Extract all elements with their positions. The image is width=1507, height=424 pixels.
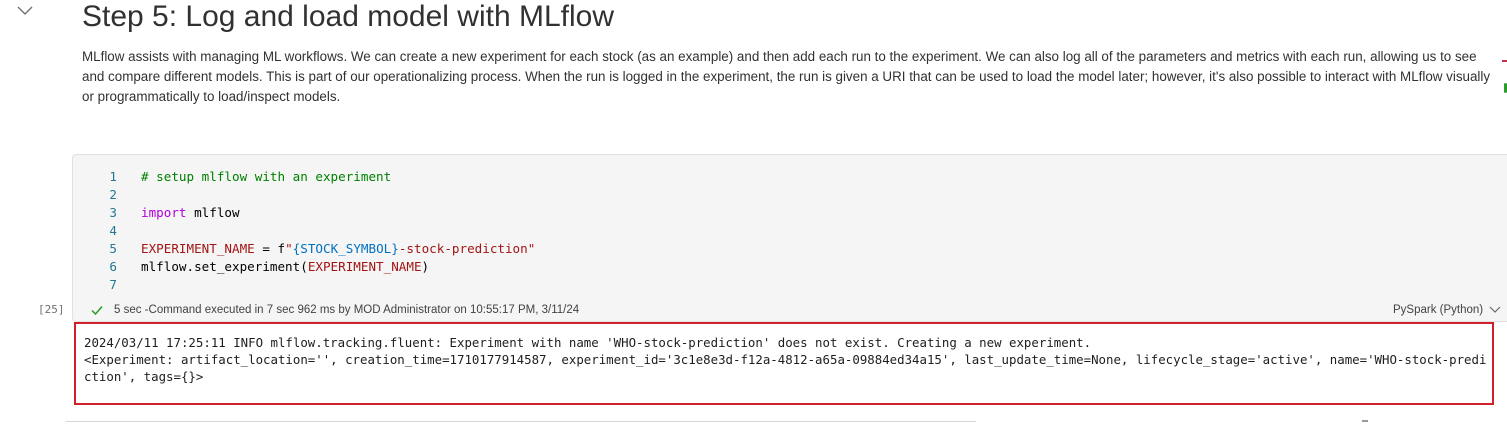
cell-output: 2024/03/11 17:25:11 INFO mlflow.tracking… [74,322,1494,405]
code-line: 4 [73,221,1507,239]
execution-count: [25] [38,303,65,316]
code-constant: EXPERIMENT_NAME [141,240,255,256]
language-label: PySpark (Python) [1393,304,1484,316]
line-number: 3 [109,204,117,220]
cell-status: 5 sec -Command executed in 7 sec 962 ms … [90,301,579,319]
status-text: 5 sec -Command executed in 7 sec 962 ms … [114,304,580,316]
code-cell-editor[interactable]: 1 # setup mlflow with an experiment 2 3 … [72,154,1507,322]
code-string: " [285,240,293,256]
code-comment: # setup mlflow with an experiment [141,168,392,184]
code-constant: EXPERIMENT_NAME [307,258,422,274]
notebook-page: Step 5: Log and load model with MLflow M… [0,0,1507,424]
code-line: 3 import mlflow [73,203,1507,221]
code-call: mlflow.set_experiment( [141,258,308,274]
code-fstring-variable: {STOCK_SYMBOL} [292,240,399,256]
code-line: 5 EXPERIMENT_NAME = f " {STOCK_SYMBOL} -sto… [73,239,1507,257]
line-number: 6 [109,258,117,274]
output-text: 2024/03/11 17:25:11 INFO mlflow.tracking… [84,335,1487,384]
chevron-down-icon [17,6,33,15]
code-text: ) [421,258,430,274]
markdown-paragraph: MLflow assists with managing ML workflow… [82,49,1491,104]
code-line: 1 # setup mlflow with an experiment [73,167,1507,185]
code-line: 6 mlflow.set_experiment(EXPERIMENT_NAME) [73,257,1507,275]
code-line: 7 [73,275,1507,293]
code-operator: = f [254,240,286,256]
markdown-heading: Step 5: Log and load model with MLflow [82,0,614,33]
line-number: 7 [109,276,117,292]
line-number: 4 [109,222,117,238]
cell-divider [66,421,976,422]
collapse-cell-button[interactable] [14,2,36,20]
code-line: 2 [73,185,1507,203]
scroll-tick [1362,420,1368,422]
edge-marker [1502,60,1507,62]
line-number: 5 [109,240,117,256]
line-number: 2 [109,186,117,202]
checkmark-icon [90,303,104,317]
code-keyword: import [141,204,187,220]
chevron-down-icon [1489,306,1501,314]
line-number: 1 [109,168,117,184]
language-selector[interactable]: PySpark (Python) [1393,301,1501,319]
code-string: -stock-prediction" [398,240,536,256]
code-lines: 1 # setup mlflow with an experiment 2 3 … [73,167,1507,293]
code-text: mlflow [186,204,240,220]
